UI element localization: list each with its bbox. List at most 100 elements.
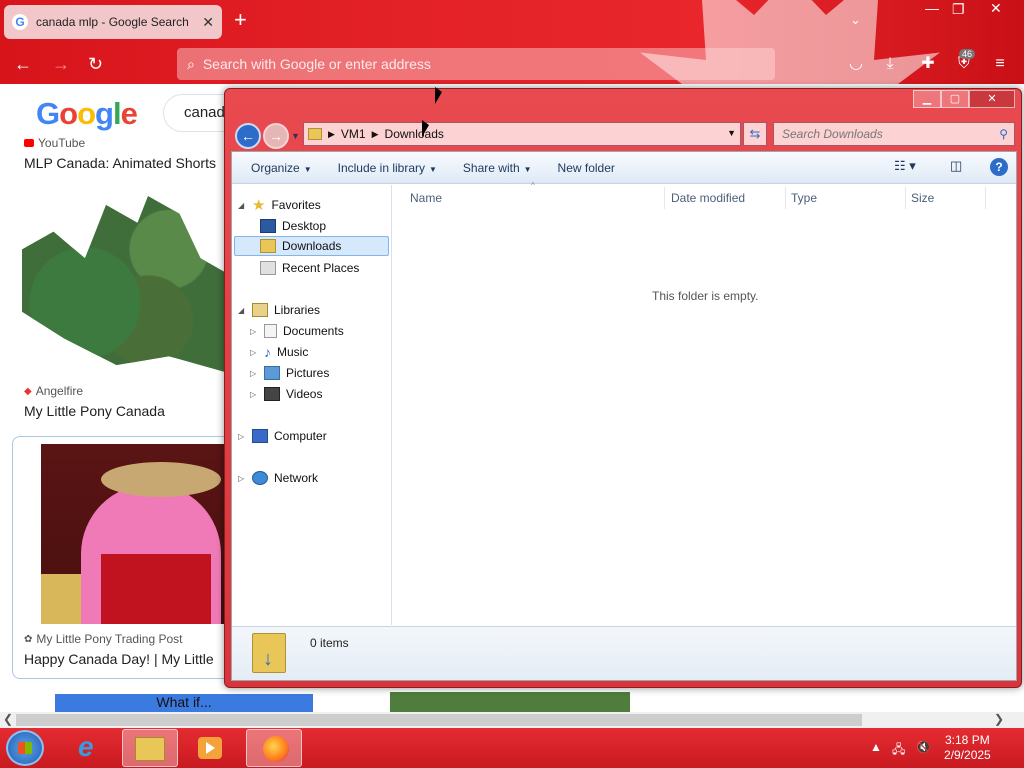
column-headers: Name ^ Date modified Type Size — [393, 181, 1016, 211]
breadcrumb-downloads[interactable]: Downloads — [385, 127, 444, 141]
url-placeholder: Search with Google or enter address — [202, 56, 431, 72]
show-hidden-icons-icon[interactable]: ▲ — [870, 740, 882, 754]
restore-icon[interactable]: ❐ — [952, 1, 965, 18]
star-icon: ★ — [252, 197, 266, 214]
include-in-library-button[interactable]: Include in library ▼ — [325, 161, 450, 175]
column-date-modified[interactable]: Date modified — [671, 191, 745, 205]
close-window-icon[interactable]: ✕ — [990, 0, 1002, 17]
search-downloads-input[interactable]: Search Downloads ⚲ — [773, 122, 1015, 146]
recent-places-icon — [260, 261, 276, 275]
result-title[interactable]: MLP Canada: Animated Shorts — [24, 155, 216, 171]
system-clock[interactable]: 3:18 PM 2/9/2025 — [944, 733, 991, 763]
nav-pictures[interactable]: ▷ Pictures — [250, 363, 329, 383]
extension-badge: 46 — [959, 49, 976, 59]
refresh-icon[interactable]: ⇆ — [743, 122, 767, 146]
scrollbar-thumb[interactable] — [16, 714, 862, 726]
downloads-icon[interactable]: ⤓ — [880, 54, 900, 74]
tab-title: canada mlp - Google Search — [36, 15, 189, 29]
pocket-icon[interactable]: ◡ — [846, 54, 866, 74]
lettuce-thumbnail[interactable] — [390, 692, 630, 712]
scroll-left-icon[interactable]: ❮ — [3, 712, 13, 726]
nav-computer[interactable]: ▷ Computer — [238, 426, 327, 446]
internet-explorer-icon: e — [78, 731, 94, 762]
canada-map-thumbnail[interactable] — [22, 196, 232, 374]
network-tray-icon[interactable]: 🖧 — [892, 740, 905, 761]
new-tab-button[interactable]: + — [234, 9, 247, 31]
taskbar-file-explorer[interactable] — [122, 729, 178, 767]
expand-arrow-icon[interactable]: ▷ — [238, 432, 246, 441]
start-button[interactable] — [6, 730, 44, 766]
expand-arrow-icon[interactable]: ▷ — [238, 474, 246, 483]
url-bar[interactable]: ⌕ Search with Google or enter address — [177, 48, 775, 80]
tab-google-search[interactable]: G canada mlp - Google Search ✕ — [4, 5, 222, 39]
reload-icon[interactable]: ↻ — [88, 55, 103, 73]
volume-muted-icon[interactable]: 🔇 — [916, 740, 931, 754]
horizontal-scrollbar[interactable]: ❮ ❯ — [0, 712, 1024, 728]
new-folder-button[interactable]: New folder — [545, 161, 628, 175]
browser-toolbar: G canada mlp - Google Search ✕ + ⌄ — ❐ ✕… — [0, 0, 1024, 84]
search-icon[interactable]: ⚲ — [999, 127, 1008, 141]
nav-favorites[interactable]: ◢ ★ Favorites — [238, 195, 321, 215]
expand-arrow-icon[interactable]: ▷ — [250, 348, 258, 357]
column-type[interactable]: Type — [791, 191, 817, 205]
breadcrumb-separator-icon[interactable]: ▶ — [372, 129, 379, 140]
command-bar: Organize ▼ Include in library ▼ Share with… — [232, 152, 1016, 184]
explorer-window[interactable]: ▁ ▢ ✕ ← → ▼ ▶ VM1 ▶ Downloads ▼ ⇆ Search… — [224, 88, 1022, 688]
result-source: ◆ Angelfire — [24, 384, 84, 398]
breadcrumb-vm1[interactable]: VM1 — [341, 127, 366, 141]
forward-arrow-icon[interactable]: → — [263, 123, 289, 149]
nav-documents[interactable]: ▷ Documents — [250, 321, 344, 341]
tab-close-icon[interactable]: ✕ — [202, 14, 214, 31]
column-size[interactable]: Size — [911, 191, 934, 205]
extensions-puzzle-icon[interactable]: ✚ — [918, 54, 938, 74]
google-logo[interactable]: Google — [36, 96, 138, 132]
collapse-arrow-icon[interactable]: ◢ — [238, 306, 246, 315]
expand-arrow-icon[interactable]: ▷ — [250, 327, 258, 336]
mouse-cursor-icon — [422, 120, 429, 137]
organize-button[interactable]: Organize ▼ — [238, 161, 325, 175]
google-favicon-icon: G — [12, 14, 28, 30]
help-icon[interactable]: ? — [990, 158, 1008, 176]
nav-libraries[interactable]: ◢ Libraries — [238, 300, 320, 320]
address-bar[interactable]: ▶ VM1 ▶ Downloads ▼ — [303, 122, 741, 146]
view-options-icon[interactable]: ☷ ▾ — [894, 158, 916, 174]
maximize-icon[interactable]: ▢ — [941, 90, 969, 108]
list-tabs-chevron-icon[interactable]: ⌄ — [850, 12, 861, 28]
taskbar-internet-explorer[interactable]: e — [62, 729, 118, 767]
nav-desktop[interactable]: Desktop — [260, 216, 326, 236]
scroll-right-icon[interactable]: ❯ — [994, 712, 1004, 726]
minimize-icon[interactable]: — — [925, 0, 939, 16]
result-source: YouTube — [24, 136, 85, 150]
result-title[interactable]: My Little Pony Canada — [24, 403, 165, 419]
clock-date: 2/9/2025 — [944, 748, 991, 762]
address-dropdown-icon[interactable]: ▼ — [727, 128, 736, 138]
preview-pane-icon[interactable]: ◫ — [950, 158, 962, 174]
hamburger-menu-icon[interactable]: ≡ — [990, 54, 1010, 74]
recent-pages-chevron-icon[interactable]: ▼ — [291, 131, 300, 141]
back-arrow-icon[interactable]: ← — [14, 55, 32, 73]
collapse-arrow-icon[interactable]: ◢ — [238, 201, 246, 210]
what-if-thumbnail[interactable]: What if... — [55, 694, 313, 712]
pinkie-pie-thumbnail[interactable] — [41, 444, 231, 624]
nav-music[interactable]: ▷ ♪ Music — [250, 342, 308, 362]
expand-arrow-icon[interactable]: ▷ — [250, 369, 258, 378]
taskbar-media-player[interactable] — [182, 729, 238, 767]
file-explorer-icon — [135, 737, 165, 761]
navigation-pane: ◢ ★ Favorites Desktop Downloads Recent P… — [232, 185, 392, 625]
result-title[interactable]: Happy Canada Day! | My Little — [24, 651, 224, 667]
nav-network[interactable]: ▷ Network — [238, 468, 318, 488]
nav-videos[interactable]: ▷ Videos — [250, 384, 322, 404]
minimize-icon[interactable]: ▁ — [913, 90, 941, 108]
taskbar-firefox[interactable] — [246, 729, 302, 767]
nav-downloads[interactable]: Downloads — [234, 236, 389, 256]
nav-recent-places[interactable]: Recent Places — [260, 258, 359, 278]
desktop-icon — [260, 219, 276, 233]
breadcrumb-separator-icon[interactable]: ▶ — [328, 129, 335, 140]
close-icon[interactable]: ✕ — [969, 90, 1015, 108]
column-name[interactable]: Name — [410, 191, 442, 205]
share-with-button[interactable]: Share with ▼ — [450, 161, 545, 175]
forward-arrow-icon[interactable]: → — [52, 55, 70, 73]
expand-arrow-icon[interactable]: ▷ — [250, 390, 258, 399]
back-arrow-icon[interactable]: ← — [235, 123, 261, 149]
taskbar: e ▲ 🖧 🔇 3:18 PM 2/9/2025 — [0, 728, 1024, 768]
